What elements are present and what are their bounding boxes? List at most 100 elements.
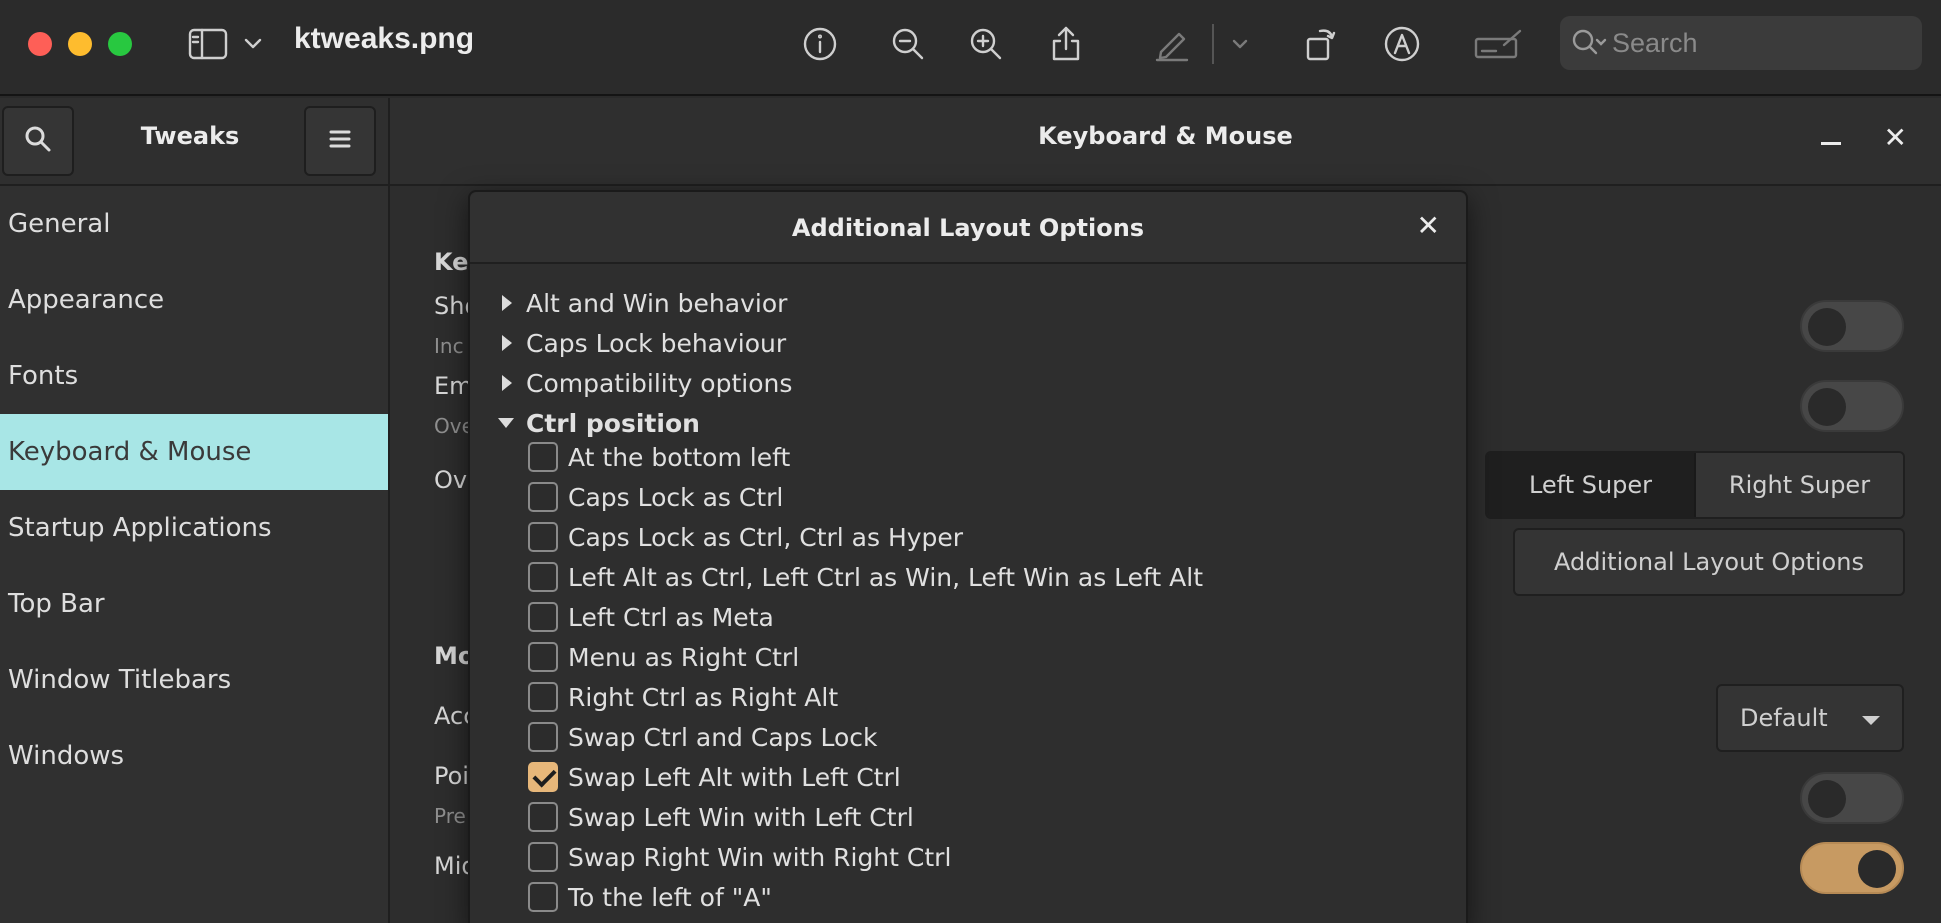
keyboard-section-heading: Key bbox=[434, 248, 470, 276]
sidebar-item-top-bar[interactable]: Top Bar bbox=[0, 566, 388, 642]
rotate-icon[interactable] bbox=[1296, 20, 1344, 68]
setting-description: Inc bbox=[434, 334, 464, 358]
toggle-switch[interactable] bbox=[1800, 772, 1904, 824]
chevron-down-icon[interactable] bbox=[230, 20, 276, 68]
setting-label: Mid bbox=[434, 852, 470, 880]
option-left-alt-as-ctrl[interactable]: Left Alt as Ctrl, Left Ctrl as Win, Left… bbox=[528, 558, 1203, 596]
zoom-out-icon[interactable] bbox=[884, 20, 932, 68]
option-swap-left-alt-left-ctrl[interactable]: Swap Left Alt with Left Ctrl bbox=[528, 758, 901, 796]
right-super-option[interactable]: Right Super bbox=[1696, 453, 1903, 517]
info-icon[interactable] bbox=[796, 20, 844, 68]
sidebar-item-fonts[interactable]: Fonts bbox=[0, 338, 388, 414]
group-ctrl-position[interactable]: Ctrl position bbox=[498, 404, 700, 442]
close-icon[interactable]: ✕ bbox=[1417, 212, 1440, 240]
option-left-ctrl-as-meta[interactable]: Left Ctrl as Meta bbox=[528, 598, 774, 636]
search-input[interactable] bbox=[1612, 24, 1902, 62]
sidebar-item-window-titlebars[interactable]: Window Titlebars bbox=[0, 642, 388, 718]
option-menu-as-right-ctrl[interactable]: Menu as Right Ctrl bbox=[528, 638, 799, 676]
setting-description: Pre bbox=[434, 804, 466, 828]
group-label: Ctrl position bbox=[526, 408, 700, 438]
chevron-down-icon[interactable] bbox=[1218, 20, 1262, 68]
close-window-icon[interactable] bbox=[28, 32, 52, 56]
setting-description: Ove bbox=[434, 414, 470, 438]
checkbox[interactable] bbox=[528, 442, 558, 472]
option-swap-ctrl-caps-lock[interactable]: Swap Ctrl and Caps Lock bbox=[528, 718, 878, 756]
preview-titlebar: ktweaks.png bbox=[0, 0, 1941, 96]
collapse-arrow-icon bbox=[498, 418, 514, 428]
search-field[interactable] bbox=[1560, 16, 1922, 70]
toggle-switch[interactable] bbox=[1800, 842, 1904, 894]
option-caps-lock-as-ctrl-hyper[interactable]: Caps Lock as Ctrl, Ctrl as Hyper bbox=[528, 518, 963, 556]
expand-arrow-icon bbox=[502, 335, 512, 351]
search-icon bbox=[1570, 26, 1610, 64]
share-icon[interactable] bbox=[1042, 20, 1090, 68]
hamburger-menu-icon bbox=[328, 128, 352, 154]
additional-layout-options-button[interactable]: Additional Layout Options bbox=[1513, 528, 1905, 596]
checkbox[interactable] bbox=[528, 482, 558, 512]
checkbox[interactable] bbox=[528, 602, 558, 632]
dialog-title: Additional Layout Options bbox=[791, 214, 1145, 242]
document-title: ktweaks.png bbox=[294, 22, 475, 55]
sidebar-item-appearance[interactable]: Appearance bbox=[0, 262, 388, 338]
sidebar: General Appearance Fonts Keyboard & Mous… bbox=[0, 186, 390, 923]
option-label: Swap Ctrl and Caps Lock bbox=[568, 722, 878, 752]
checkbox[interactable] bbox=[528, 562, 558, 592]
sidebar-search-button[interactable] bbox=[2, 106, 74, 176]
toolbar-separator bbox=[1212, 24, 1214, 64]
zoom-window-icon[interactable] bbox=[108, 32, 132, 56]
sidebar-title: Tweaks bbox=[140, 122, 240, 150]
group-label: Compatibility options bbox=[526, 368, 793, 398]
checkbox[interactable] bbox=[528, 882, 558, 912]
sidebar-headerbar: Tweaks bbox=[0, 98, 390, 186]
option-label: Swap Left Alt with Left Ctrl bbox=[568, 762, 901, 792]
option-right-ctrl-as-right-alt[interactable]: Right Ctrl as Right Alt bbox=[528, 678, 838, 716]
sidebar-item-general[interactable]: General bbox=[0, 186, 388, 262]
setting-label: Acc bbox=[434, 702, 470, 730]
zoom-in-icon[interactable] bbox=[962, 20, 1010, 68]
sidebar-item-windows[interactable]: Windows bbox=[0, 718, 388, 794]
markup-pen-icon[interactable] bbox=[1148, 20, 1196, 68]
expand-arrow-icon bbox=[502, 295, 512, 311]
group-caps-lock-behaviour[interactable]: Caps Lock behaviour bbox=[498, 324, 786, 362]
setting-label: Em bbox=[434, 372, 470, 400]
checkbox[interactable] bbox=[528, 842, 558, 872]
option-left-of-a[interactable]: To the left of "A" bbox=[528, 878, 772, 916]
minimize-icon[interactable] bbox=[1821, 142, 1841, 145]
toggle-switch[interactable] bbox=[1800, 380, 1904, 432]
option-swap-left-win-left-ctrl[interactable]: Swap Left Win with Left Ctrl bbox=[528, 798, 914, 836]
group-alt-win-behavior[interactable]: Alt and Win behavior bbox=[498, 284, 787, 322]
acceleration-profile-dropdown[interactable]: Default bbox=[1716, 684, 1904, 752]
option-label: Swap Left Win with Left Ctrl bbox=[568, 802, 914, 832]
minimize-window-icon[interactable] bbox=[68, 32, 92, 56]
option-at-bottom-left[interactable]: At the bottom left bbox=[528, 438, 790, 476]
checkbox[interactable] bbox=[528, 642, 558, 672]
option-swap-right-win-right-ctrl[interactable]: Swap Right Win with Right Ctrl bbox=[528, 838, 951, 876]
additional-layout-options-dialog: Additional Layout Options ✕ Alt and Win … bbox=[468, 190, 1468, 923]
chevron-down-icon bbox=[1862, 716, 1880, 725]
dialog-header: Additional Layout Options ✕ bbox=[470, 192, 1466, 264]
checkbox-checked[interactable] bbox=[528, 762, 558, 792]
expand-arrow-icon bbox=[502, 375, 512, 391]
checkbox[interactable] bbox=[528, 802, 558, 832]
left-super-option[interactable]: Left Super bbox=[1487, 453, 1696, 517]
sidebar-toggle-icon[interactable] bbox=[184, 20, 232, 68]
sidebar-item-startup-applications[interactable]: Startup Applications bbox=[0, 490, 388, 566]
dropdown-value: Default bbox=[1740, 704, 1828, 732]
search-icon bbox=[23, 124, 53, 158]
option-label: At the bottom left bbox=[568, 442, 791, 472]
main-menu-button[interactable] bbox=[304, 106, 376, 176]
toggle-switch[interactable] bbox=[1800, 300, 1904, 352]
option-caps-lock-as-ctrl[interactable]: Caps Lock as Ctrl bbox=[528, 478, 783, 516]
group-compatibility-options[interactable]: Compatibility options bbox=[498, 364, 792, 402]
checkbox[interactable] bbox=[528, 722, 558, 752]
checkbox[interactable] bbox=[528, 682, 558, 712]
close-icon[interactable]: ✕ bbox=[1884, 124, 1907, 152]
option-label: Caps Lock as Ctrl bbox=[568, 482, 784, 512]
annotate-icon[interactable] bbox=[1378, 20, 1426, 68]
group-label: Alt and Win behavior bbox=[526, 288, 788, 318]
option-label: Caps Lock as Ctrl, Ctrl as Hyper bbox=[568, 522, 964, 552]
checkbox[interactable] bbox=[528, 522, 558, 552]
sidebar-item-keyboard-mouse[interactable]: Keyboard & Mouse bbox=[0, 414, 388, 490]
signature-icon[interactable] bbox=[1472, 20, 1526, 68]
option-label: Left Alt as Ctrl, Left Ctrl as Win, Left… bbox=[568, 562, 1204, 592]
